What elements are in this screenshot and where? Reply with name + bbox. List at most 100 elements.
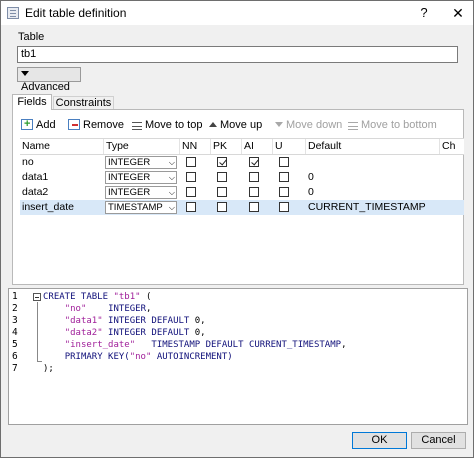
advanced-toggle-button[interactable]: Advanced (17, 67, 81, 93)
column-header-ai[interactable]: AI (242, 139, 273, 154)
window-title: Edit table definition (25, 6, 127, 20)
field-default[interactable]: 0 (306, 185, 440, 200)
table-row[interactable]: data2 INTEGER ⌵ 0 (20, 185, 464, 200)
line-number: 6 (12, 351, 18, 362)
field-default[interactable]: 0 (306, 170, 440, 185)
column-header-type[interactable]: Type (104, 139, 180, 154)
sql-token: "insert_date" (64, 340, 136, 350)
line-number: 5 (12, 339, 18, 350)
table-row[interactable]: data1 INTEGER ⌵ 0 (20, 170, 464, 185)
move-to-bottom-icon (348, 122, 358, 130)
unique-checkbox[interactable] (279, 157, 289, 167)
pk-checkbox[interactable] (217, 187, 227, 197)
sql-code-line: CREATE TABLE "tb1" ( (43, 292, 151, 302)
table-name-input[interactable]: tb1 (17, 46, 458, 63)
column-header-check[interactable]: Ch (440, 139, 464, 154)
ai-checkbox[interactable] (249, 157, 259, 167)
type-select[interactable]: INTEGER ⌵ (105, 171, 177, 184)
sql-token: CREATE TABLE (43, 292, 114, 302)
type-value: INTEGER (108, 157, 151, 168)
sql-token: INTEGER DEFAULT (108, 316, 195, 326)
table-row[interactable]: no INTEGER ⌵ (20, 155, 464, 170)
line-number: 2 (12, 303, 18, 314)
type-select[interactable]: INTEGER ⌵ (105, 156, 177, 169)
fold-guide-end (37, 361, 42, 362)
move-to-top-button[interactable]: Move to top (132, 118, 202, 132)
triangle-down-icon (21, 71, 29, 76)
table-edit-icon (7, 7, 19, 19)
move-to-bottom-button[interactable]: Move to bottom (348, 118, 437, 132)
unique-checkbox[interactable] (279, 202, 289, 212)
chevron-down-icon: ⌵ (168, 188, 175, 197)
edit-table-dialog: Edit table definition ? ✕ Table tb1 Adva… (0, 0, 474, 458)
unique-checkbox[interactable] (279, 187, 289, 197)
unique-checkbox[interactable] (279, 172, 289, 182)
tab-constraints[interactable]: Constraints (53, 96, 114, 109)
field-default[interactable]: CURRENT_TIMESTAMP (306, 200, 440, 215)
field-default[interactable] (306, 155, 440, 170)
line-number-gutter: 1 2 3 4 5 6 7 (9, 289, 29, 424)
field-name[interactable]: data2 (20, 185, 104, 200)
fold-collapse-icon[interactable] (33, 293, 41, 301)
move-down-button[interactable]: Move down (275, 118, 342, 132)
field-name[interactable]: insert_date (20, 200, 104, 215)
add-field-button[interactable]: Add (21, 117, 56, 132)
type-select[interactable]: INTEGER ⌵ (105, 186, 177, 199)
move-up-button[interactable]: Move up (209, 118, 262, 132)
nn-checkbox[interactable] (186, 187, 196, 197)
ok-button[interactable]: OK (352, 432, 407, 449)
pk-checkbox[interactable] (217, 157, 227, 167)
sql-token: "no" (129, 352, 152, 362)
sql-code-line: "no" INTEGER, (43, 304, 152, 314)
move-down-label: Move down (286, 119, 343, 131)
line-number: 7 (12, 363, 18, 374)
ai-checkbox[interactable] (249, 202, 259, 212)
sql-preview-editor[interactable]: 1 2 3 4 5 6 7 CREATE TABLE "tb1" ( "no" … (8, 288, 468, 425)
table-row-selected[interactable]: insert_date TIMESTAMP ⌵ CURRENT_TIMESTAMP (20, 200, 464, 215)
sql-token: , (200, 316, 206, 326)
tab-fields[interactable]: Fields (12, 94, 52, 110)
column-header-default[interactable]: Default (306, 139, 440, 154)
type-value: INTEGER (108, 172, 151, 183)
fields-grid: Name Type NN PK AI U Default Ch no INTEG… (20, 138, 464, 272)
cancel-button[interactable]: Cancel (411, 432, 466, 449)
type-value: INTEGER (108, 187, 151, 198)
remove-field-icon (68, 119, 80, 130)
sql-token: , (200, 328, 206, 338)
field-name[interactable]: no (20, 155, 104, 170)
remove-field-button[interactable]: Remove (68, 118, 124, 132)
sql-token: INTEGER DEFAULT (108, 328, 195, 338)
pk-checkbox[interactable] (217, 202, 227, 212)
sql-token: TIMESTAMP DEFAULT CURRENT_TIMESTAMP (151, 340, 342, 350)
help-button[interactable]: ? (413, 4, 435, 22)
type-select[interactable]: TIMESTAMP ⌵ (105, 201, 177, 214)
remove-field-label: Remove (83, 119, 124, 131)
column-header-pk[interactable]: PK (211, 139, 242, 154)
sql-token: ); (43, 364, 54, 374)
close-button[interactable]: ✕ (447, 4, 469, 22)
fields-panel: Add Remove Move to top Move up Move down… (12, 109, 464, 381)
sql-token: "data2" (64, 328, 103, 338)
column-header-nn[interactable]: NN (180, 139, 211, 154)
ai-checkbox[interactable] (249, 172, 259, 182)
column-header-u[interactable]: U (273, 139, 306, 154)
advanced-label: Advanced (21, 81, 70, 93)
nn-checkbox[interactable] (186, 202, 196, 212)
line-number: 1 (12, 291, 18, 302)
column-header-name[interactable]: Name (20, 139, 104, 154)
nn-checkbox[interactable] (186, 172, 196, 182)
sql-token: INTEGER (108, 304, 146, 314)
sql-code-line: "insert_date" TIMESTAMP DEFAULT CURRENT_… (43, 340, 347, 350)
nn-checkbox[interactable] (186, 157, 196, 167)
pk-checkbox[interactable] (217, 172, 227, 182)
sql-token: , (146, 304, 152, 314)
sql-token: , (341, 340, 347, 350)
sql-code-line: "data1" INTEGER DEFAULT 0, (43, 316, 206, 326)
field-name[interactable]: data1 (20, 170, 104, 185)
sql-token: PRIMARY KEY( (64, 352, 130, 362)
ai-checkbox[interactable] (249, 187, 259, 197)
